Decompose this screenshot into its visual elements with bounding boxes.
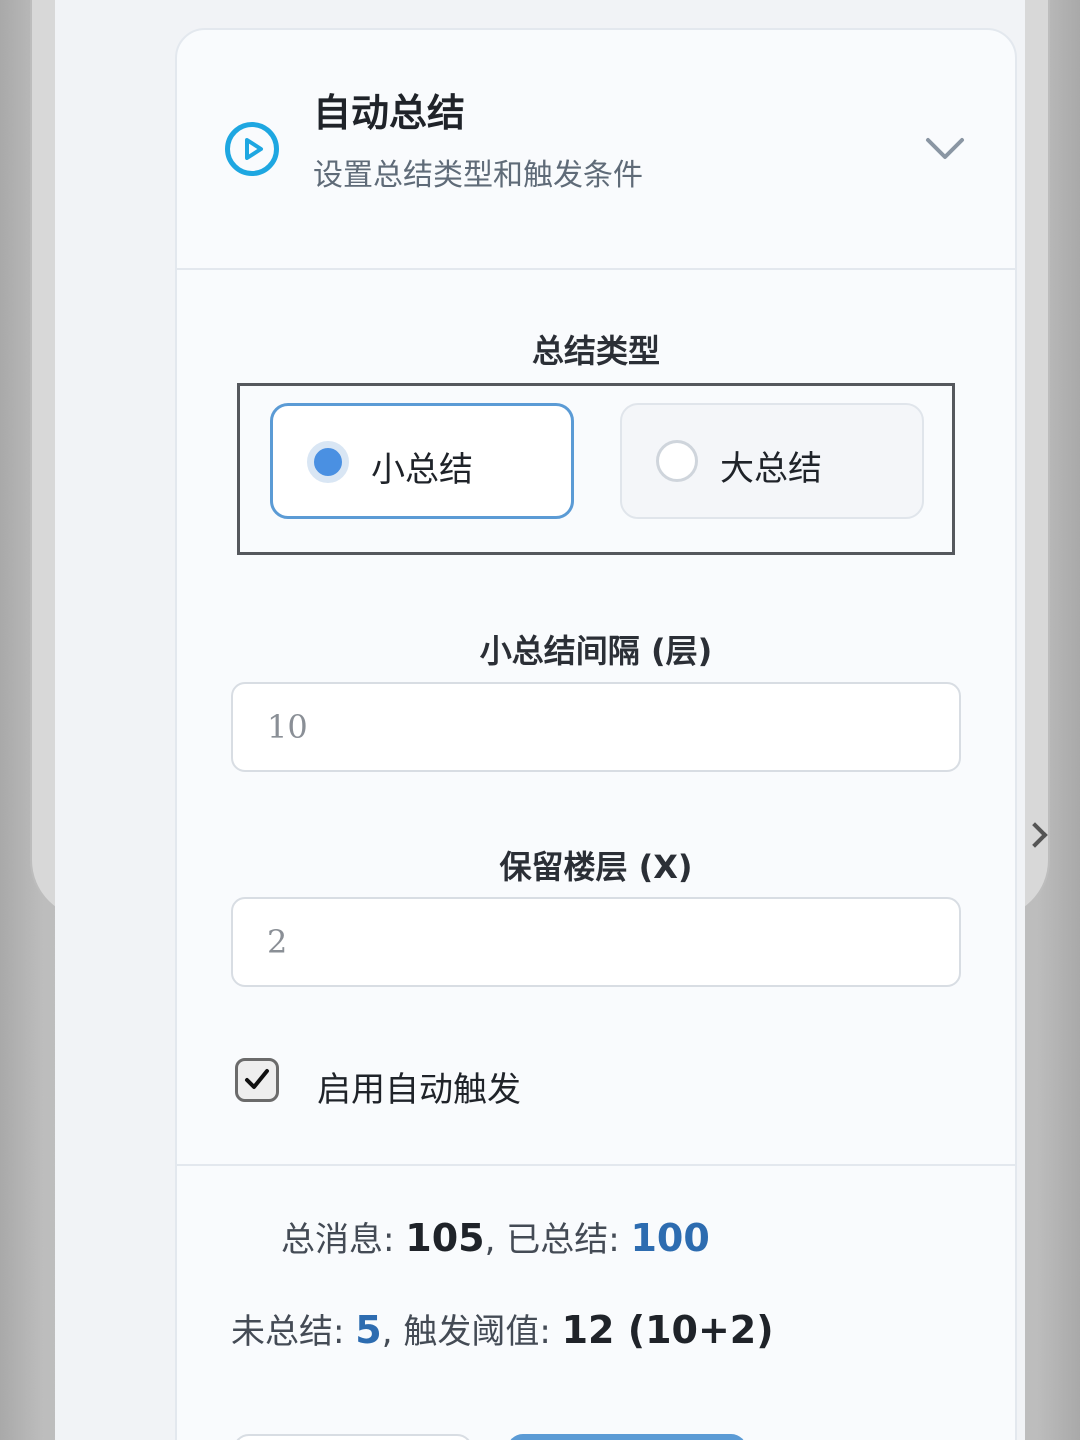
auto-trigger-label: 启用自动触发 xyxy=(317,1070,521,1110)
radio-small-summary-label: 小总结 xyxy=(371,450,473,490)
radio-selected-icon xyxy=(307,441,349,483)
panel-header[interactable]: 自动总结 设置总结类型和触发条件 xyxy=(177,30,1015,270)
summary-type-label: 总结类型 xyxy=(531,332,660,370)
stats-divider xyxy=(177,1164,1015,1166)
summarized-value: 100 xyxy=(630,1216,710,1260)
keep-floors-input[interactable]: 2 xyxy=(231,897,961,987)
primary-button[interactable] xyxy=(507,1434,747,1440)
auto-trigger-checkbox[interactable] xyxy=(235,1058,279,1102)
radio-big-summary-label: 大总结 xyxy=(720,449,822,489)
summary-type-radio-group: 小总结 大总结 xyxy=(237,383,955,555)
total-messages-value: 105 xyxy=(405,1216,485,1260)
threshold-value: 12 (10+2) xyxy=(561,1308,774,1352)
secondary-button[interactable] xyxy=(233,1434,473,1440)
small-interval-label: 小总结间隔 (层) xyxy=(479,632,713,670)
modal-sheet: 自动总结 设置总结类型和触发条件 总结类型 小总结 大总结 小总结间隔 (层) … xyxy=(55,0,1025,1440)
chevron-down-icon[interactable] xyxy=(925,134,965,164)
radio-big-summary[interactable]: 大总结 xyxy=(620,403,924,519)
unsummarized-label: 未总结: xyxy=(231,1312,356,1352)
stats-line-pending: 未总结: 5, 触发阈值: 12 (10+2) xyxy=(231,1304,774,1353)
radio-unselected-icon xyxy=(656,440,698,482)
play-circle-icon xyxy=(225,122,279,176)
threshold-label: , 触发阈值: xyxy=(381,1312,562,1352)
checkmark-icon xyxy=(245,1069,269,1089)
keep-floors-label: 保留楼层 (X) xyxy=(499,848,693,886)
panel-title: 自动总结 xyxy=(313,91,466,135)
radio-small-summary[interactable]: 小总结 xyxy=(270,403,574,519)
total-messages-label: 总消息: xyxy=(281,1220,406,1260)
stats-line-totals: 总消息: 105, 已总结: 100 xyxy=(281,1212,710,1261)
small-interval-input[interactable]: 10 xyxy=(231,682,961,772)
panel-subtitle: 设置总结类型和触发条件 xyxy=(313,158,643,193)
auto-summary-panel: 自动总结 设置总结类型和触发条件 总结类型 小总结 大总结 小总结间隔 (层) … xyxy=(175,28,1017,1440)
unsummarized-value: 5 xyxy=(355,1308,382,1352)
summarized-label: , 已总结: xyxy=(484,1220,631,1260)
